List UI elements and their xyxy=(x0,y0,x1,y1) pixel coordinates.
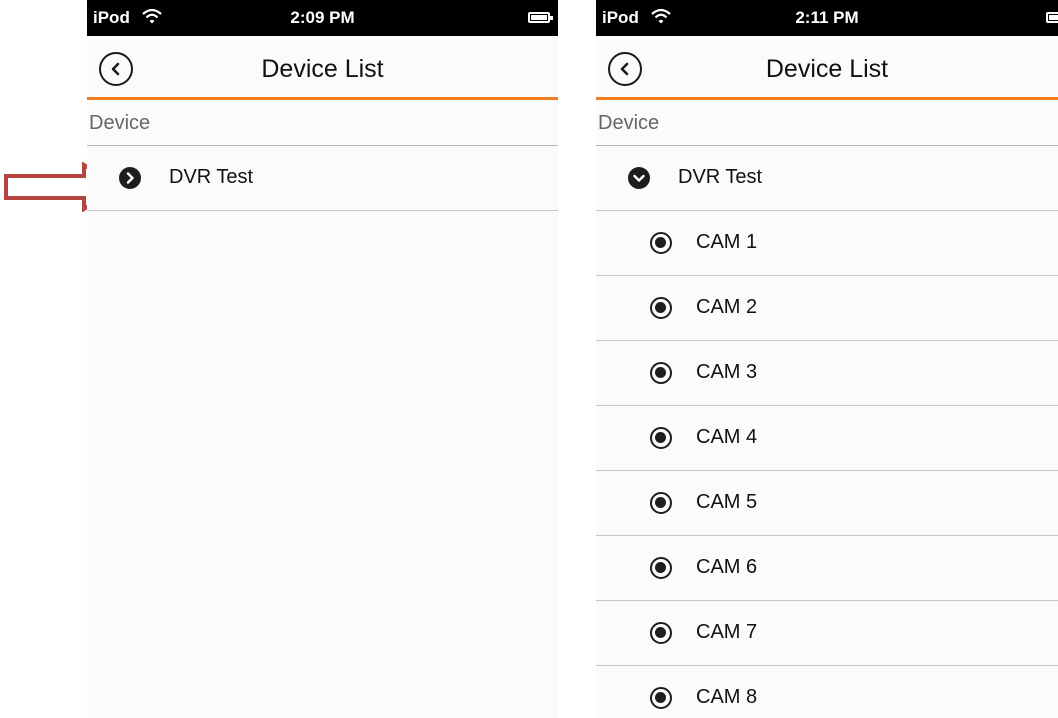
camera-row[interactable]: CAM 8 xyxy=(596,666,1058,718)
camera-row[interactable]: CAM 4 xyxy=(596,406,1058,471)
camera-name: CAM 7 xyxy=(696,621,758,643)
camera-row[interactable]: CAM 6 xyxy=(596,536,1058,601)
status-bar: iPod 2:09 PM xyxy=(87,0,558,36)
chevron-down-circle-icon xyxy=(628,167,650,189)
chevron-right-circle-icon xyxy=(119,167,141,189)
camera-name: CAM 6 xyxy=(696,556,758,578)
camera-name: CAM 5 xyxy=(696,491,758,513)
radio-camera-icon xyxy=(650,687,672,709)
camera-row[interactable]: CAM 2 xyxy=(596,276,1058,341)
camera-row[interactable]: CAM 3 xyxy=(596,341,1058,406)
status-time: 2:09 PM xyxy=(290,8,355,27)
comparison-canvas: iPod 2:09 PM Device List Device DVR Test… xyxy=(0,0,1058,718)
device-name: DVR Test xyxy=(169,166,254,188)
camera-row[interactable]: CAM 1 xyxy=(596,211,1058,276)
radio-camera-icon xyxy=(650,622,672,644)
phone-screen-collapsed: iPod 2:09 PM Device List Device DVR Test xyxy=(87,0,558,718)
section-header-device: Device xyxy=(596,100,1058,146)
camera-name: CAM 2 xyxy=(696,296,758,318)
page-title: Device List xyxy=(261,55,384,83)
phone-screen-expanded: iPod 2:11 PM Device List Device DVR Test… xyxy=(596,0,1058,718)
camera-name: CAM 4 xyxy=(696,426,758,448)
radio-camera-icon xyxy=(650,492,672,514)
device-name: DVR Test xyxy=(678,166,763,188)
status-time: 2:11 PM xyxy=(795,8,859,27)
radio-camera-icon xyxy=(650,232,672,254)
navigation-bar: Device List xyxy=(87,36,558,100)
radio-camera-icon xyxy=(650,427,672,449)
camera-list: CAM 1 CAM 2 CAM 3 CAM 4 CAM 5 CAM 6 CAM 7 CAM 8 xyxy=(596,211,1058,718)
section-header-device: Device xyxy=(87,100,558,146)
camera-name: CAM 1 xyxy=(696,231,758,253)
camera-name: CAM 3 xyxy=(696,361,758,383)
camera-name: CAM 8 xyxy=(696,686,758,708)
battery-icon xyxy=(1046,12,1058,23)
radio-camera-icon xyxy=(650,297,672,319)
camera-row[interactable]: CAM 5 xyxy=(596,471,1058,536)
navigation-bar: Device List xyxy=(596,36,1058,100)
battery-icon xyxy=(528,12,553,23)
status-bar: iPod 2:11 PM xyxy=(596,0,1058,36)
device-row[interactable]: DVR Test xyxy=(596,146,1058,211)
page-title: Device List xyxy=(765,55,889,83)
device-row[interactable]: DVR Test xyxy=(87,146,558,211)
radio-camera-icon xyxy=(650,557,672,579)
camera-row[interactable]: CAM 7 xyxy=(596,601,1058,666)
radio-camera-icon xyxy=(650,362,672,384)
